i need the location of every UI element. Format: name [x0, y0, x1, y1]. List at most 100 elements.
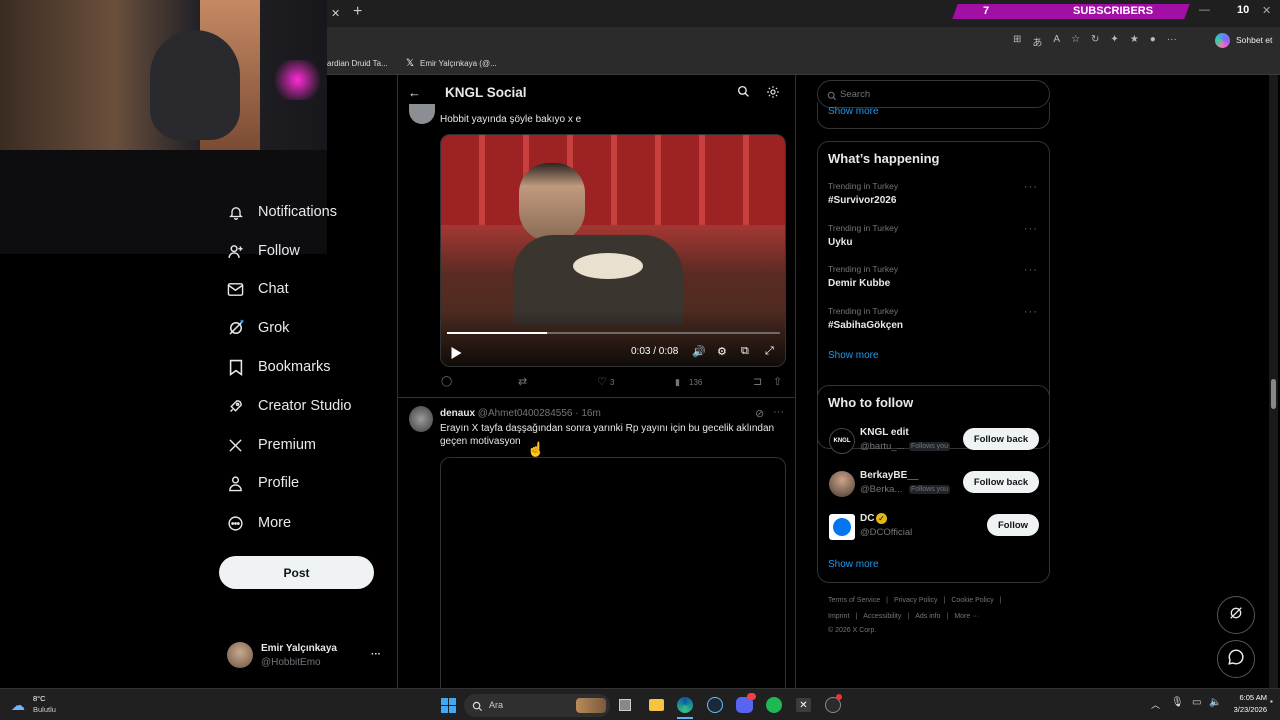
- notification-bell-icon[interactable]: ▪: [1270, 697, 1273, 706]
- window-close-icon[interactable]: ✕: [1262, 4, 1271, 17]
- clock-date[interactable]: 3/23/2026: [1226, 705, 1267, 714]
- sidebar-item-follow[interactable]: Follow: [226, 238, 300, 264]
- bookmark-icon[interactable]: ⊐: [753, 375, 762, 388]
- translate-icon[interactable]: あ: [1032, 34, 1042, 49]
- microphone-icon[interactable]: 🎙: [1171, 697, 1184, 708]
- trend-item[interactable]: Trending in Turkey #SabihaGökçen ···: [828, 306, 1038, 331]
- bookmark-item[interactable]: ardian Druid Ta...: [327, 59, 388, 68]
- display-icon[interactable]: ▭: [1192, 697, 1201, 708]
- messages-floating-button[interactable]: [1217, 640, 1255, 678]
- sidebar-item-creator-studio[interactable]: Creator Studio: [226, 393, 352, 419]
- follow-name[interactable]: BerkayBE__: [860, 470, 918, 481]
- follow-back-button[interactable]: Follow back: [963, 471, 1039, 493]
- trend-more-icon[interactable]: ···: [1024, 306, 1038, 318]
- footer-link[interactable]: Ads info: [915, 613, 940, 620]
- follow-back-button[interactable]: Follow back: [963, 428, 1039, 450]
- settings-icon[interactable]: ⚙: [717, 345, 727, 358]
- read-aloud-icon[interactable]: A: [1053, 34, 1060, 49]
- fullscreen-icon[interactable]: ⤢: [765, 345, 774, 358]
- back-arrow-icon[interactable]: ←: [408, 85, 421, 100]
- task-view-icon[interactable]: [619, 699, 631, 711]
- footer-link[interactable]: Imprint: [828, 613, 849, 620]
- show-more-link[interactable]: Show more: [828, 106, 879, 117]
- profile-icon[interactable]: ●: [1150, 34, 1156, 49]
- video-player[interactable]: 0:03 / 0:08 🔊 ⚙ ⧉ ⤢: [440, 134, 786, 367]
- trend-more-icon[interactable]: ···: [1024, 264, 1038, 276]
- avatar[interactable]: [227, 642, 253, 668]
- chevron-up-icon[interactable]: ︿: [1151, 698, 1160, 711]
- grok-floating-button[interactable]: [1217, 596, 1255, 634]
- post-author-handle[interactable]: @Ahmet0400284556: [478, 408, 573, 419]
- post-button[interactable]: Post: [219, 556, 374, 589]
- trend-more-icon[interactable]: ···: [1024, 223, 1038, 235]
- bookmark-icon: [226, 358, 245, 377]
- footer-link[interactable]: Terms of Service: [828, 597, 880, 604]
- x-app-icon[interactable]: ✕: [796, 698, 811, 712]
- heart-icon[interactable]: ♡: [597, 375, 607, 388]
- copilot-icon[interactable]: [1215, 33, 1230, 48]
- tab-close-button[interactable]: ✕: [331, 7, 340, 20]
- search-icon[interactable]: [737, 85, 750, 103]
- repost-icon[interactable]: ⇄: [518, 375, 527, 388]
- avatar[interactable]: [409, 406, 433, 432]
- footer-link[interactable]: Cookie Policy: [951, 597, 993, 604]
- grok-icon[interactable]: ⊘: [755, 407, 764, 420]
- avatar[interactable]: [829, 471, 855, 497]
- file-explorer-icon[interactable]: [649, 699, 664, 711]
- sidebar-item-profile[interactable]: Profile: [226, 470, 299, 496]
- account-menu-button[interactable]: ···: [371, 649, 381, 660]
- trend-item[interactable]: Trending in Turkey Demir Kubbe ···: [828, 264, 1038, 289]
- new-tab-button[interactable]: +: [353, 3, 362, 21]
- trend-more-icon[interactable]: ···: [1024, 181, 1038, 193]
- spotify-icon[interactable]: [766, 697, 782, 713]
- copilot-chat-button[interactable]: Sohbet et: [1236, 35, 1272, 45]
- video-progress-track[interactable]: [447, 332, 780, 334]
- more-options-icon[interactable]: ···: [773, 406, 784, 418]
- footer-link[interactable]: More ···: [954, 613, 979, 620]
- trend-item[interactable]: Trending in Turkey #Survivor2026 ···: [828, 181, 1038, 206]
- edge-browser-icon[interactable]: [677, 697, 693, 713]
- scrollbar-thumb[interactable]: [1271, 379, 1276, 409]
- sidebar-item-grok[interactable]: Grok: [226, 315, 289, 341]
- steam-icon[interactable]: [707, 697, 723, 713]
- footer-link[interactable]: Accessibility: [863, 613, 901, 620]
- sidebar-item-notifications[interactable]: Notifications: [226, 199, 337, 225]
- refresh-icon[interactable]: ↻: [1091, 34, 1099, 49]
- show-more-link[interactable]: Show more: [828, 350, 879, 361]
- volume-icon[interactable]: 🔊: [692, 345, 706, 358]
- bookmark-item[interactable]: Emir Yalçınkaya (@...: [420, 59, 497, 68]
- favorite-star-icon[interactable]: ☆: [1071, 34, 1080, 49]
- play-icon[interactable]: [451, 346, 462, 364]
- taskbar-search[interactable]: Ara: [464, 694, 610, 717]
- toolbar-icons: ⊞ あ A ☆ ↻ ✦ ★ ● ···: [1013, 34, 1177, 49]
- sidebar-item-chat[interactable]: Chat: [226, 276, 289, 302]
- follow-name[interactable]: DC: [860, 513, 874, 524]
- extensions-icon[interactable]: ✦: [1110, 34, 1118, 49]
- sidebar-item-premium[interactable]: Premium: [226, 432, 316, 458]
- avatar[interactable]: [409, 104, 435, 124]
- follow-name[interactable]: KNGL edit: [860, 427, 909, 438]
- clock-time[interactable]: 6:05 AM: [1231, 693, 1267, 702]
- trend-item[interactable]: Trending in Turkey Uyku ···: [828, 223, 1038, 248]
- avatar[interactable]: KNGL: [829, 428, 855, 454]
- browser-menu-icon[interactable]: ···: [1167, 34, 1177, 49]
- follow-button[interactable]: Follow: [987, 514, 1039, 536]
- share-icon[interactable]: ⇧: [773, 375, 782, 388]
- app-available-icon[interactable]: ⊞: [1013, 34, 1021, 49]
- weather-cloud-icon[interactable]: ☁: [11, 697, 25, 714]
- sidebar-item-bookmarks[interactable]: Bookmarks: [226, 354, 331, 380]
- gear-icon[interactable]: [766, 85, 780, 104]
- post-media[interactable]: [440, 457, 786, 689]
- show-more-link[interactable]: Show more: [828, 559, 879, 570]
- footer-link[interactable]: Privacy Policy: [894, 597, 938, 604]
- pip-icon[interactable]: ⧉: [741, 345, 749, 358]
- speaker-icon[interactable]: 🔈: [1209, 697, 1221, 708]
- reply-icon[interactable]: ◯: [441, 376, 452, 387]
- favorites-icon[interactable]: ★: [1130, 34, 1139, 49]
- post-author-name[interactable]: denaux: [440, 408, 475, 419]
- avatar[interactable]: [829, 514, 855, 540]
- sidebar-item-more[interactable]: More: [226, 510, 291, 536]
- scrollbar[interactable]: [1269, 75, 1278, 688]
- minimize-icon[interactable]: —: [1199, 4, 1210, 16]
- windows-start-icon[interactable]: [441, 698, 456, 713]
